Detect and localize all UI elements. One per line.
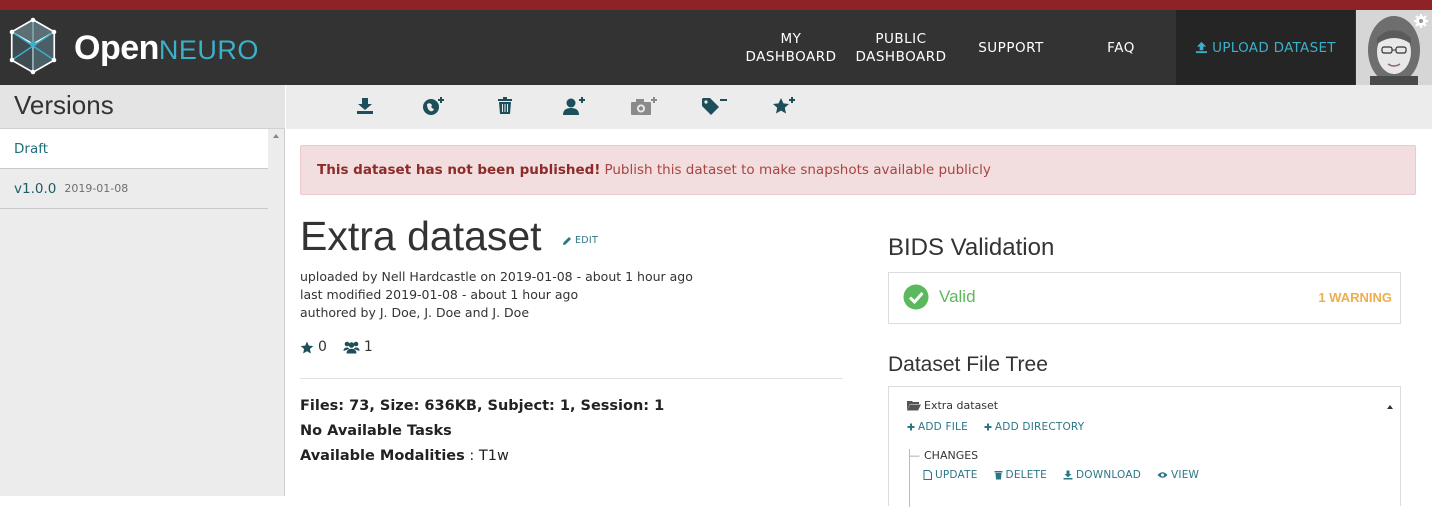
check-circle-icon xyxy=(903,284,929,310)
share-button[interactable] xyxy=(560,93,590,119)
file-icon xyxy=(923,470,932,480)
create-snapshot-button[interactable] xyxy=(630,93,660,119)
trash-icon xyxy=(498,97,512,114)
user-avatar[interactable] xyxy=(1356,10,1432,85)
update-label: UPDATE xyxy=(935,469,978,481)
nav-support[interactable]: SUPPORT xyxy=(956,10,1066,85)
validation-status: Valid xyxy=(903,284,976,310)
tasks-summary: No Available Tasks xyxy=(300,423,452,439)
version-item-v1-0-0[interactable]: v1.0.0 2019-01-08 xyxy=(0,169,268,209)
eye-icon xyxy=(1157,472,1168,478)
files-summary: Files: 73, Size: 636KB, Subject: 1, Sess… xyxy=(300,398,665,414)
caret-up-icon[interactable] xyxy=(1385,403,1395,411)
upload-icon xyxy=(1196,41,1208,54)
plus-icon xyxy=(984,423,992,431)
download-file-button[interactable]: DOWNLOAD xyxy=(1063,469,1141,481)
versions-sidebar: Versions Draft v1.0.0 2019-01-08 xyxy=(0,85,285,496)
download-icon xyxy=(357,98,373,114)
users-icon xyxy=(343,341,360,354)
star-plus-icon xyxy=(773,97,795,114)
add-directory-label: ADD DIRECTORY xyxy=(994,421,1085,433)
add-file-button[interactable]: ADD FILE xyxy=(907,421,968,433)
user-plus-icon xyxy=(563,97,585,115)
globe-plus-icon xyxy=(423,97,444,115)
brand-part-neuro: NEURO xyxy=(158,35,259,65)
delete-file-button[interactable]: DELETE xyxy=(994,469,1047,481)
brand-wordmark[interactable]: OpenNEURO xyxy=(74,29,259,68)
brand-part-open: Open xyxy=(74,29,159,67)
nav-faq[interactable]: FAQ xyxy=(1066,10,1176,85)
validation-status-label: Valid xyxy=(939,287,976,306)
version-label: v1.0.0 xyxy=(14,180,57,197)
tag-minus-icon xyxy=(702,98,727,115)
publish-button[interactable] xyxy=(420,93,450,119)
download-button[interactable] xyxy=(350,93,380,119)
uploaded-by: uploaded by Nell Hardcastle on 2019-01-0… xyxy=(300,269,693,284)
tree-root-label: Extra dataset xyxy=(924,399,999,412)
folder-open-icon xyxy=(907,401,921,411)
divider xyxy=(300,378,843,379)
nav-my-dashboard[interactable]: MY DASHBOARD xyxy=(736,10,846,85)
version-item-draft[interactable]: Draft xyxy=(0,129,268,169)
tree-branch-dash: — xyxy=(909,449,920,462)
warning-count[interactable]: 1 WARNING xyxy=(1318,290,1392,305)
dataset-title: Extra dataset xyxy=(300,213,542,259)
alert-heading: This dataset has not been published! xyxy=(317,162,601,178)
view-file-button[interactable]: VIEW xyxy=(1157,469,1199,481)
star-icon xyxy=(300,341,314,353)
plus-icon xyxy=(907,423,915,431)
tree-file-actions: UPDATE DELETE DOWNLOAD VIEW xyxy=(923,469,1215,481)
update-file-button[interactable]: UPDATE xyxy=(923,469,978,481)
camera-plus-icon xyxy=(631,97,657,115)
remove-tag-button[interactable] xyxy=(700,93,730,119)
modalities-value: : T1w xyxy=(469,448,509,464)
scroll-up-arrow-icon[interactable] xyxy=(268,131,284,141)
authored-by: authored by J. Doe, J. Doe and J. Doe xyxy=(300,305,530,320)
top-accent-stripe xyxy=(0,0,1432,10)
download-label: DOWNLOAD xyxy=(1076,469,1142,481)
bids-validation-panel[interactable]: Valid 1 WARNING xyxy=(888,272,1401,324)
file-tree-title: Dataset File Tree xyxy=(888,353,1048,376)
download-icon xyxy=(1063,470,1073,480)
alert-text: Publish this dataset to make snapshots a… xyxy=(604,162,991,178)
modalities-summary: Available Modalities : T1w xyxy=(300,448,509,464)
trash-icon xyxy=(994,471,1003,480)
add-file-label: ADD FILE xyxy=(918,421,968,433)
sidebar-title: Versions xyxy=(14,90,114,120)
openneuro-logo-icon[interactable] xyxy=(6,16,60,76)
tree-actions: ADD FILE ADD DIRECTORY xyxy=(907,421,1100,433)
nav-public-dashboard[interactable]: PUBLIC DASHBOARD xyxy=(846,10,956,85)
sidebar-scrollbar[interactable] xyxy=(268,129,284,496)
sidebar-header: Versions xyxy=(0,85,285,129)
navbar: OpenNEURO MY DASHBOARD PUBLIC DASHBOARD … xyxy=(0,10,1432,85)
edit-title-button[interactable]: EDIT xyxy=(562,235,598,246)
bids-validation-title: BIDS Validation xyxy=(888,234,1055,261)
gear-icon[interactable] xyxy=(1413,13,1429,29)
dataset-main-panel: This dataset has not been published! Pub… xyxy=(286,129,1432,507)
modalities-label: Available Modalities xyxy=(300,448,465,464)
last-modified: last modified 2019-01-08 - about 1 hour … xyxy=(300,287,579,302)
unpublished-alert: This dataset has not been published! Pub… xyxy=(300,145,1416,195)
follower-count: 1 xyxy=(363,339,373,355)
star-button[interactable] xyxy=(770,93,800,119)
delete-button[interactable] xyxy=(490,93,520,119)
dataset-toolbar xyxy=(286,85,1432,129)
delete-label: DELETE xyxy=(1005,469,1047,481)
upload-dataset-button[interactable]: UPLOAD DATASET xyxy=(1176,10,1355,85)
add-directory-button[interactable]: ADD DIRECTORY xyxy=(984,421,1084,433)
tree-file-item[interactable]: — CHANGES xyxy=(909,449,978,462)
dataset-stats: 0 1 xyxy=(300,339,373,355)
version-date: 2019-01-08 xyxy=(64,182,129,195)
tree-root-folder[interactable]: Extra dataset xyxy=(907,399,998,412)
edit-label: EDIT xyxy=(575,235,599,246)
pencil-icon xyxy=(563,236,571,245)
view-label: VIEW xyxy=(1171,469,1200,481)
tree-file-label: CHANGES xyxy=(924,449,979,462)
file-tree-panel: Extra dataset ADD FILE ADD DIRECTORY — C… xyxy=(888,386,1401,507)
star-count: 0 xyxy=(318,339,327,355)
version-label: Draft xyxy=(14,140,49,157)
upload-dataset-label: UPLOAD DATASET xyxy=(1212,39,1336,56)
